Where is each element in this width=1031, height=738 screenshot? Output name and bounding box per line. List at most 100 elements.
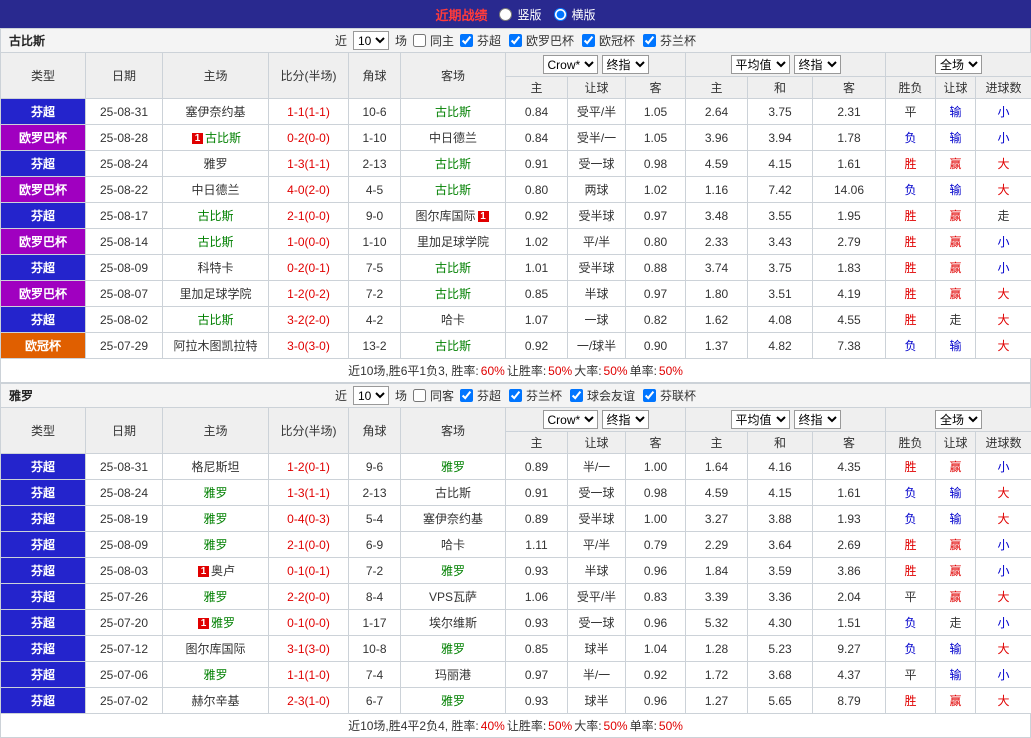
home-team-cell[interactable]: 雅罗 <box>163 480 269 506</box>
score-cell[interactable]: 0-2(0-0) <box>269 125 349 151</box>
team-name-link[interactable]: 古比斯 <box>205 131 241 145</box>
team-name-link[interactable]: 哈卡 <box>441 313 465 327</box>
team-name-link[interactable]: 阿拉木图凯拉特 <box>173 339 257 353</box>
team-name-link[interactable]: 古比斯 <box>197 209 233 223</box>
league-filter-option[interactable]: 芬联杯 <box>643 387 696 404</box>
recent-count-select[interactable]: 10 <box>353 386 389 405</box>
league-filter-option[interactable]: 芬兰杯 <box>643 32 696 49</box>
vertical-layout-option[interactable]: 竖版 <box>499 6 541 23</box>
team-name-link[interactable]: 塞伊奈约基 <box>185 105 245 119</box>
score-cell[interactable]: 1-3(1-1) <box>269 480 349 506</box>
team-name-link[interactable]: 图尔库国际 <box>185 642 245 656</box>
team-name-link[interactable]: 古比斯 <box>435 486 471 500</box>
score-cell[interactable]: 3-1(3-0) <box>269 636 349 662</box>
score-cell[interactable]: 3-0(3-0) <box>269 333 349 359</box>
team-name-link[interactable]: 雅罗 <box>211 616 235 630</box>
league-filter-checkbox[interactable] <box>509 389 522 402</box>
team-name-link[interactable]: 中日德兰 <box>191 183 239 197</box>
team-name-link[interactable]: 里加足球学院 <box>179 287 251 301</box>
away-team-cell[interactable]: 哈卡 <box>401 532 506 558</box>
same-venue-option[interactable]: 同客 <box>413 387 454 404</box>
score-cell[interactable]: 2-1(0-0) <box>269 532 349 558</box>
team-name-link[interactable]: 古比斯 <box>197 235 233 249</box>
score-cell[interactable]: 1-0(0-0) <box>269 229 349 255</box>
league-filter-checkbox[interactable] <box>460 389 473 402</box>
same-venue-option[interactable]: 同主 <box>413 32 454 49</box>
same-venue-checkbox[interactable] <box>413 34 426 47</box>
team-name-link[interactable]: 科特卡 <box>197 261 233 275</box>
league-filter-checkbox[interactable] <box>582 34 595 47</box>
home-team-cell[interactable]: 古比斯 <box>163 229 269 255</box>
team-name-link[interactable]: 古比斯 <box>435 105 471 119</box>
home-team-cell[interactable]: 雅罗 <box>163 532 269 558</box>
score-cell[interactable]: 1-3(1-1) <box>269 151 349 177</box>
away-team-cell[interactable]: 雅罗 <box>401 454 506 480</box>
team-name-link[interactable]: 玛丽港 <box>435 668 471 682</box>
home-team-cell[interactable]: 里加足球学院 <box>163 281 269 307</box>
team-name-link[interactable]: 雅罗 <box>203 668 227 682</box>
away-team-cell[interactable]: 古比斯 <box>401 281 506 307</box>
team-name-link[interactable]: 雅罗 <box>441 694 465 708</box>
league-filter-option[interactable]: 芬兰杯 <box>509 387 562 404</box>
score-cell[interactable]: 3-2(2-0) <box>269 307 349 333</box>
home-team-cell[interactable]: 图尔库国际 <box>163 636 269 662</box>
team-name-link[interactable]: 格尼斯坦 <box>191 460 239 474</box>
team-name-link[interactable]: 埃尔维斯 <box>429 616 477 630</box>
away-team-cell[interactable]: 塞伊奈约基 <box>401 506 506 532</box>
team-name-link[interactable]: VPS瓦萨 <box>429 590 477 604</box>
home-team-cell[interactable]: 1奥卢 <box>163 558 269 584</box>
league-filter-checkbox[interactable] <box>643 389 656 402</box>
team-name-link[interactable]: 雅罗 <box>441 460 465 474</box>
home-team-cell[interactable]: 雅罗 <box>163 584 269 610</box>
away-team-cell[interactable]: 里加足球学院 <box>401 229 506 255</box>
league-filter-option[interactable]: 芬超 <box>460 387 501 404</box>
home-team-cell[interactable]: 格尼斯坦 <box>163 454 269 480</box>
team-name-link[interactable]: 奥卢 <box>211 564 235 578</box>
league-filter-checkbox[interactable] <box>570 389 583 402</box>
team-name-link[interactable]: 雅罗 <box>203 538 227 552</box>
team-name-link[interactable]: 古比斯 <box>435 183 471 197</box>
home-team-cell[interactable]: 古比斯 <box>163 203 269 229</box>
score-cell[interactable]: 1-2(0-2) <box>269 281 349 307</box>
away-team-cell[interactable]: 古比斯 <box>401 177 506 203</box>
team-name-link[interactable]: 古比斯 <box>435 339 471 353</box>
fulltime-select[interactable]: 全场 <box>935 410 982 429</box>
score-cell[interactable]: 1-2(0-1) <box>269 454 349 480</box>
away-team-cell[interactable]: 图尔库国际1 <box>401 203 506 229</box>
team-name-link[interactable]: 古比斯 <box>197 313 233 327</box>
away-team-cell[interactable]: 雅罗 <box>401 636 506 662</box>
home-team-cell[interactable]: 1古比斯 <box>163 125 269 151</box>
away-team-cell[interactable]: VPS瓦萨 <box>401 584 506 610</box>
score-cell[interactable]: 2-1(0-0) <box>269 203 349 229</box>
horizontal-layout-option[interactable]: 横版 <box>554 6 596 23</box>
home-team-cell[interactable]: 赫尔辛基 <box>163 688 269 714</box>
odds-type-select[interactable]: 终指 <box>602 410 649 429</box>
bookmaker-select[interactable]: Crow* <box>543 55 598 74</box>
league-filter-checkbox[interactable] <box>643 34 656 47</box>
fulltime-select[interactable]: 全场 <box>935 55 982 74</box>
team-name-link[interactable]: 雅罗 <box>203 157 227 171</box>
team-name-link[interactable]: 雅罗 <box>441 642 465 656</box>
away-team-cell[interactable]: 古比斯 <box>401 255 506 281</box>
home-team-cell[interactable]: 雅罗 <box>163 506 269 532</box>
vertical-layout-radio[interactable] <box>499 8 512 21</box>
score-cell[interactable]: 2-3(1-0) <box>269 688 349 714</box>
team-name-link[interactable]: 哈卡 <box>441 538 465 552</box>
league-filter-option[interactable]: 芬超 <box>460 32 501 49</box>
league-filter-option[interactable]: 球会友谊 <box>570 387 635 404</box>
team-name-link[interactable]: 雅罗 <box>203 486 227 500</box>
away-team-cell[interactable]: 中日德兰 <box>401 125 506 151</box>
team-name-link[interactable]: 图尔库国际 <box>415 209 475 223</box>
same-venue-checkbox[interactable] <box>413 389 426 402</box>
away-team-cell[interactable]: 古比斯 <box>401 333 506 359</box>
home-team-cell[interactable]: 雅罗 <box>163 662 269 688</box>
bookmaker-select[interactable]: Crow* <box>543 410 598 429</box>
team-name-link[interactable]: 塞伊奈约基 <box>423 512 483 526</box>
away-team-cell[interactable]: 古比斯 <box>401 99 506 125</box>
home-team-cell[interactable]: 塞伊奈约基 <box>163 99 269 125</box>
team-name-link[interactable]: 赫尔辛基 <box>191 694 239 708</box>
league-filter-option[interactable]: 欧冠杯 <box>582 32 635 49</box>
score-cell[interactable]: 0-1(0-1) <box>269 558 349 584</box>
home-team-cell[interactable]: 中日德兰 <box>163 177 269 203</box>
team-name-link[interactable]: 雅罗 <box>203 512 227 526</box>
